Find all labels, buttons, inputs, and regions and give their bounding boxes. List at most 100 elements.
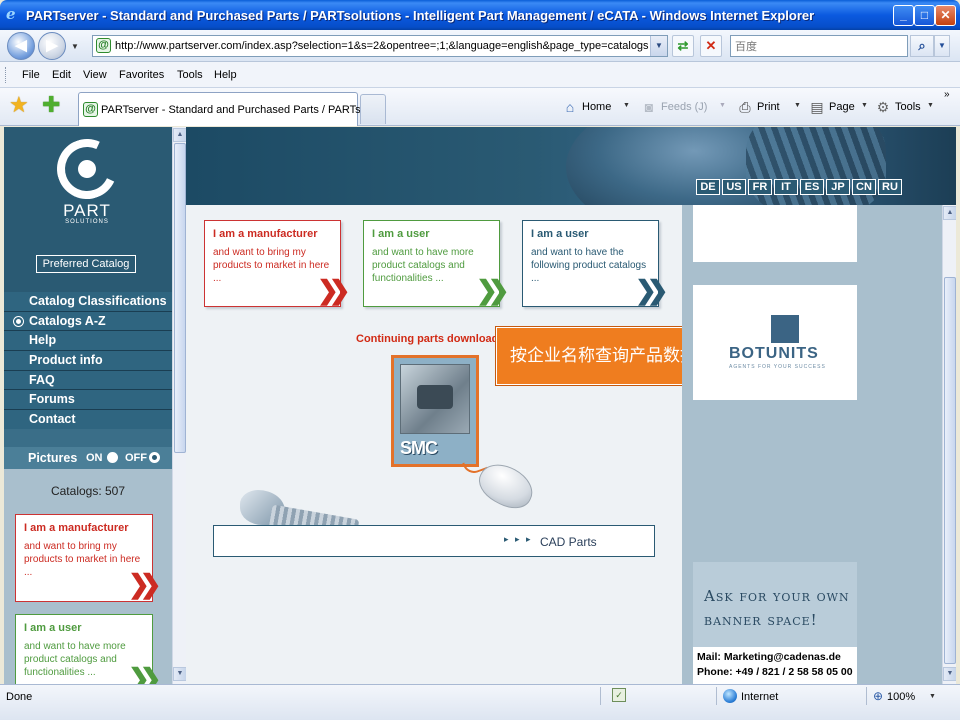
contact-mail[interactable]: Mail: Marketing@cadenas.de — [697, 650, 853, 665]
search-options-dropdown-icon[interactable]: ▼ — [934, 35, 950, 57]
pictures-on-radio[interactable] — [107, 452, 118, 463]
ad-box-top[interactable] — [693, 205, 857, 262]
tab-partserver[interactable]: @ PARTserver - Standard and Purchased Pa… — [78, 92, 370, 126]
sidebar-item-forums[interactable]: Forums — [4, 390, 172, 411]
sidebar-item-product-info[interactable]: Product info — [4, 351, 172, 371]
banner-space-ad[interactable]: Ask for your own banner space! Mail: Mar… — [693, 562, 857, 684]
favorites-star-icon[interactable]: ★ — [9, 94, 29, 116]
feeds-button[interactable]: ◙ Feeds (J) — [640, 98, 708, 116]
sidebar-item-catalogs-az[interactable]: Catalogs A-Z — [4, 311, 172, 332]
botunits-ad[interactable]: BOTUNITS AGENTS FOR YOUR SUCCESS — [693, 285, 857, 400]
menu-file[interactable]: File — [22, 69, 40, 81]
sidebar-scrollbar[interactable]: ▲ ▼ — [172, 127, 187, 684]
minimize-button[interactable]: _ — [893, 5, 914, 26]
lang-fr[interactable]: FR — [748, 179, 772, 195]
window-title-bar[interactable]: e PARTserver - Standard and Purchased Pa… — [0, 0, 960, 30]
toolbar-overflow-icon[interactable]: » — [944, 89, 950, 100]
chevron-right-icon[interactable]: ❯❯ — [476, 277, 509, 303]
sidebar-item-help[interactable]: Help — [4, 331, 172, 352]
back-icon[interactable]: ◀ — [7, 32, 35, 60]
sidebar-item-faq[interactable]: FAQ — [4, 370, 172, 391]
page-dropdown-icon[interactable]: ▼ — [861, 102, 868, 109]
status-divider — [866, 687, 867, 705]
tools-button[interactable]: ⚙ Tools — [874, 98, 921, 116]
page-button[interactable]: ▤ Page — [808, 98, 855, 116]
manufacturer-card[interactable]: I am a manufacturer and want to bring my… — [204, 220, 350, 307]
chevron-right-icon[interactable]: ❯❯ — [635, 277, 668, 303]
pictures-off-radio[interactable] — [149, 452, 160, 463]
logo-ring-icon — [48, 130, 126, 208]
print-button[interactable]: ⎙ Print — [736, 98, 779, 116]
address-url[interactable]: http://www.partserver.com/index.asp?sele… — [115, 40, 649, 52]
menu-bar: File Edit View Favorites Tools Help — [0, 62, 960, 88]
security-zone[interactable]: Internet — [741, 691, 778, 703]
lang-jp[interactable]: JP — [826, 179, 850, 195]
scroll-down-icon[interactable]: ▼ — [173, 667, 187, 681]
menu-tools[interactable]: Tools — [177, 69, 203, 81]
address-field[interactable]: @ http://www.partserver.com/index.asp?se… — [92, 35, 668, 57]
scroll-thumb[interactable] — [174, 143, 186, 453]
cad-parts-link[interactable]: ▸ ▸ ▸ CAD Parts — [213, 525, 655, 557]
preferred-catalog-button[interactable]: Preferred Catalog — [36, 255, 136, 273]
lang-de[interactable]: DE — [696, 179, 720, 195]
lang-cn[interactable]: CN — [852, 179, 876, 195]
page-icon: ▤ — [810, 99, 824, 115]
forward-icon[interactable]: ▶ — [38, 32, 66, 60]
main-scrollbar[interactable]: ▲ ▼ — [942, 205, 956, 684]
sidebar-item-contact[interactable]: Contact — [4, 410, 172, 430]
chevron-right-icon[interactable]: ❯❯ — [317, 277, 350, 303]
history-dropdown-icon[interactable]: ▼ — [71, 42, 79, 51]
page-label: Page — [829, 100, 855, 113]
menu-help[interactable]: Help — [214, 69, 237, 81]
add-favorites-icon[interactable]: ✚ — [42, 94, 60, 116]
search-input[interactable] — [731, 36, 907, 56]
card-text: and want to bring my products to market … — [24, 541, 141, 578]
pictures-off-label: OFF — [125, 452, 147, 464]
address-dropdown-icon[interactable]: ▼ — [650, 36, 667, 56]
lang-us[interactable]: US — [722, 179, 746, 195]
sidebar-manufacturer-card[interactable]: I am a manufacturer and want to bring my… — [15, 514, 161, 602]
tools-dropdown-icon[interactable]: ▼ — [927, 102, 934, 109]
chevron-right-icon[interactable]: ❯❯ — [128, 665, 161, 684]
continuing-download-link[interactable]: Continuing parts download ... — [356, 333, 511, 345]
chevron-right-icon[interactable]: ❯❯ — [128, 571, 161, 597]
sidebar-user-card[interactable]: I am a user and want to have more produc… — [15, 614, 161, 684]
menu-view[interactable]: View — [83, 69, 107, 81]
new-tab-button[interactable] — [360, 94, 386, 124]
lang-it[interactable]: IT — [774, 179, 798, 195]
lang-ru[interactable]: RU — [878, 179, 902, 195]
search-icon[interactable]: ⌕ — [910, 35, 934, 57]
menu-favorites[interactable]: Favorites — [119, 69, 164, 81]
sidebar-item-catalog-classifications[interactable]: Catalog Classifications — [4, 292, 172, 312]
globe-icon — [723, 689, 737, 703]
smc-catalog-tile[interactable]: SMC — [391, 355, 479, 467]
stop-icon[interactable]: ✕ — [700, 35, 722, 57]
user-more-catalogs-card[interactable]: I am a user and want to have more produc… — [363, 220, 509, 307]
zoom-dropdown-icon[interactable]: ▼ — [929, 693, 936, 700]
scroll-down-icon[interactable]: ▼ — [943, 667, 956, 681]
protected-mode-icon[interactable]: ✓ — [612, 688, 626, 702]
home-button[interactable]: ⌂ Home — [561, 98, 612, 116]
feeds-dropdown-icon[interactable]: ▼ — [719, 102, 726, 109]
toolbar-grip[interactable] — [5, 67, 8, 83]
menu-edit[interactable]: Edit — [52, 69, 71, 81]
page-viewport: PART SOLUTIONS Preferred Catalog Catalog… — [4, 127, 956, 684]
refresh-icon[interactable]: ⇄ — [672, 35, 694, 57]
selected-bullet-icon — [14, 316, 23, 326]
close-button[interactable]: ✕ — [935, 5, 956, 26]
zoom-level[interactable]: 100% — [887, 691, 915, 703]
logo-word: PART — [63, 201, 111, 220]
sidebar-item-label: Catalog Classifications — [29, 294, 167, 308]
partsolutions-logo[interactable]: PART SOLUTIONS — [48, 130, 126, 225]
pictures-label: Pictures — [28, 451, 78, 465]
scroll-thumb[interactable] — [944, 277, 956, 664]
status-divider — [716, 687, 717, 705]
home-dropdown-icon[interactable]: ▼ — [623, 102, 630, 109]
scroll-up-icon[interactable]: ▲ — [943, 206, 956, 220]
user-following-catalogs-card[interactable]: I am a user and want to have the followi… — [522, 220, 668, 307]
search-box[interactable] — [730, 35, 908, 57]
lang-es[interactable]: ES — [800, 179, 824, 195]
scroll-up-icon[interactable]: ▲ — [173, 128, 187, 142]
maximize-button[interactable]: □ — [914, 5, 935, 26]
print-dropdown-icon[interactable]: ▼ — [794, 102, 801, 109]
